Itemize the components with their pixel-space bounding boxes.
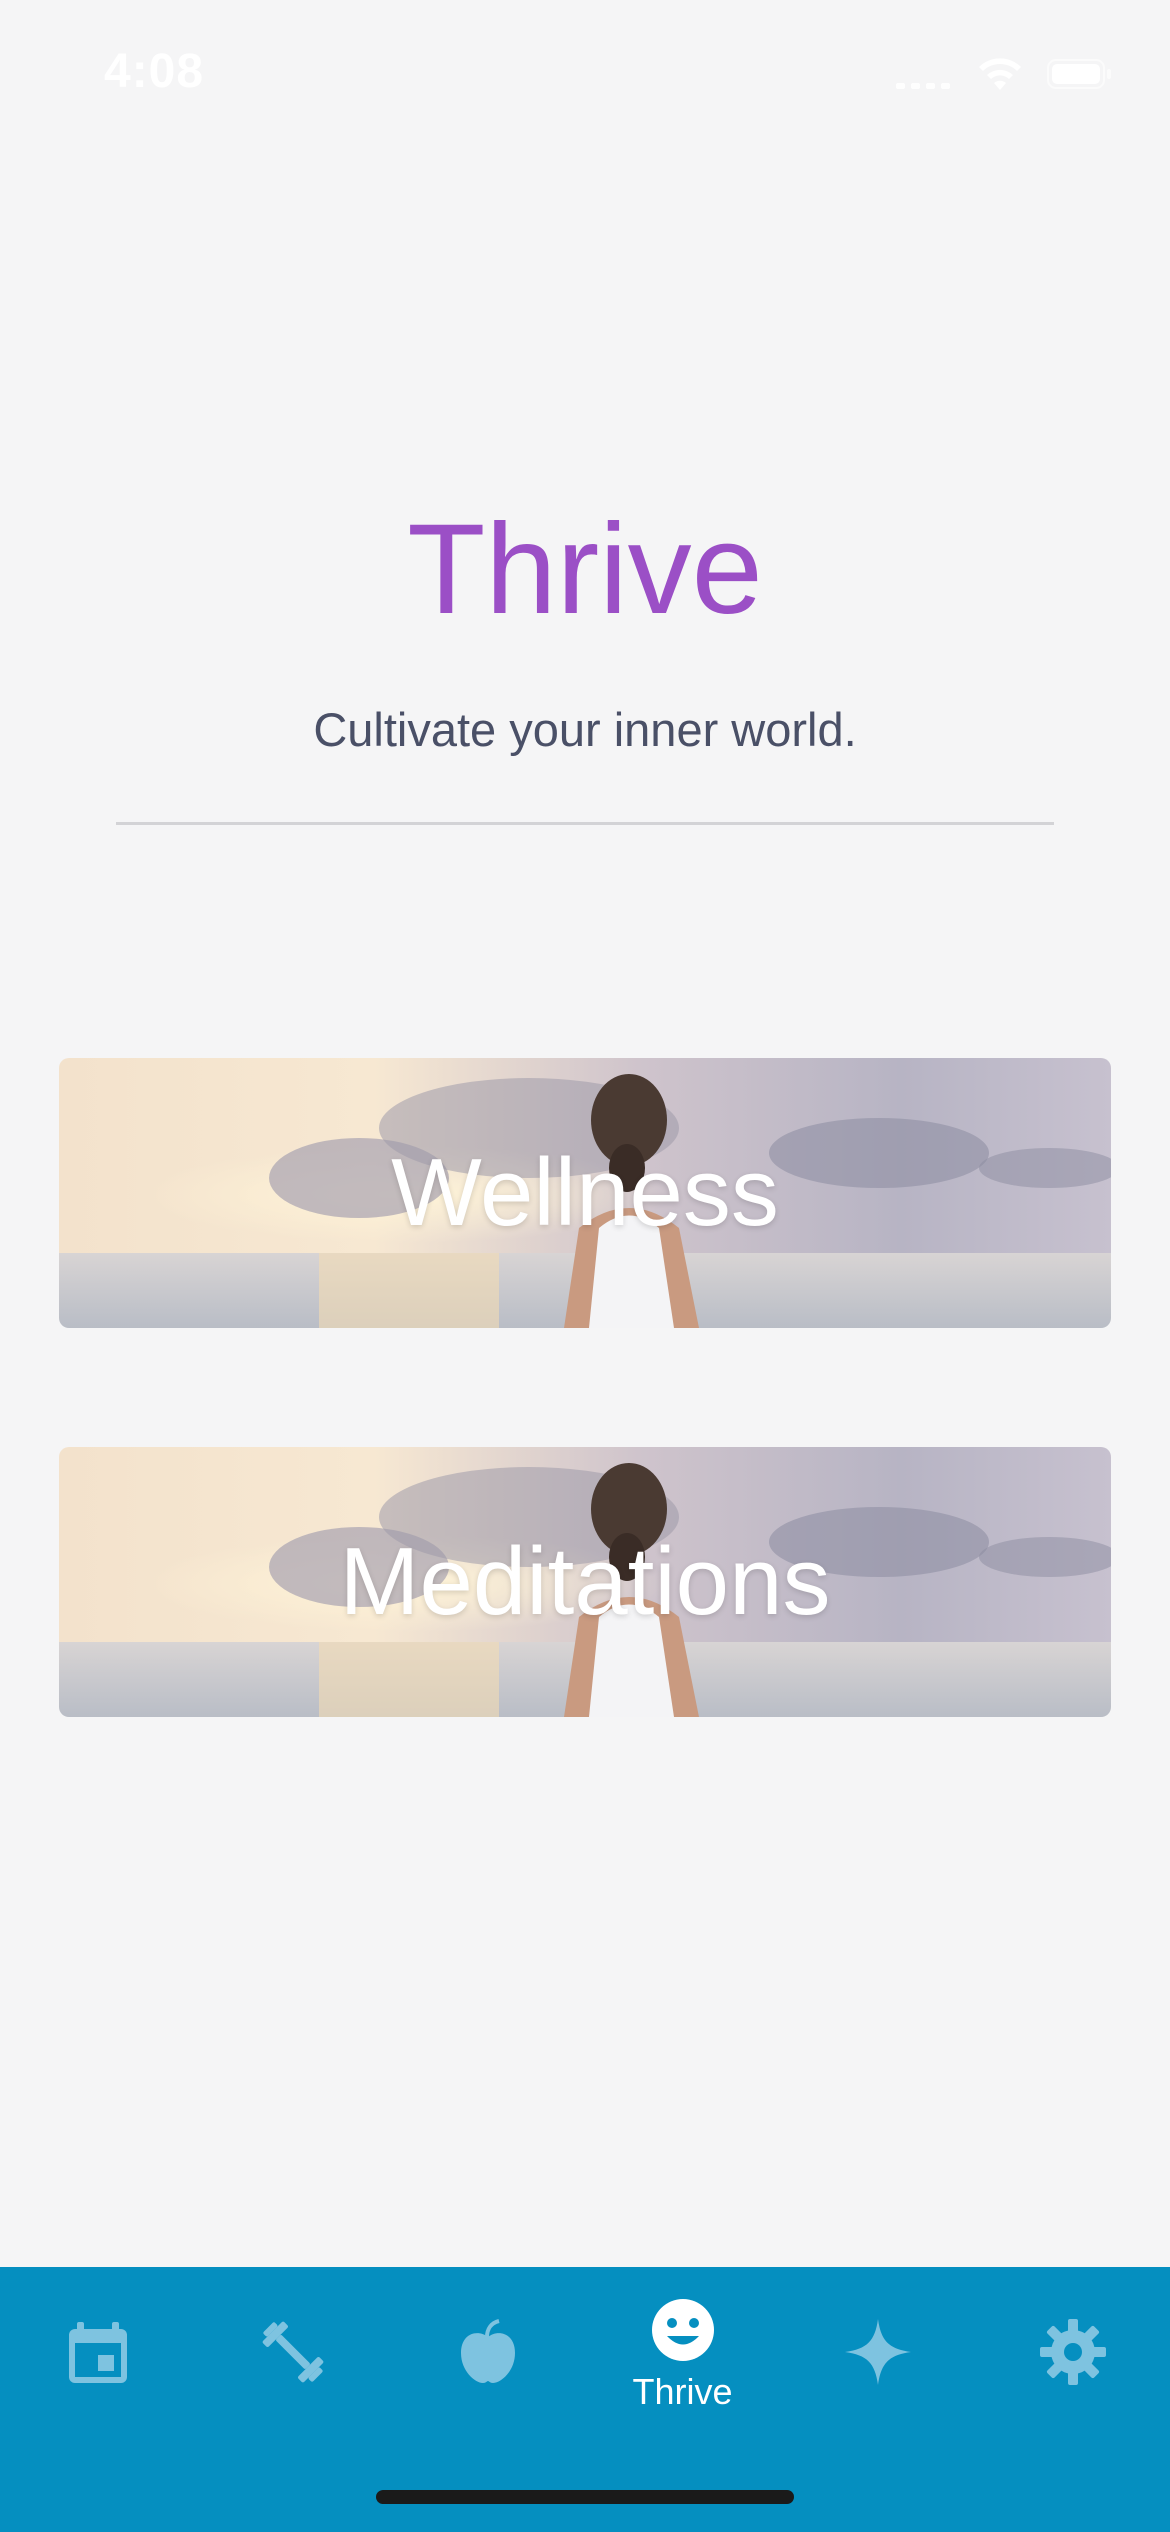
page-title: Thrive <box>407 498 763 641</box>
header-divider <box>116 822 1054 825</box>
tab-nutrition[interactable] <box>390 2267 585 2457</box>
apple-icon <box>460 2319 515 2383</box>
cellular-signal-icon <box>896 83 950 89</box>
calendar-icon <box>68 2322 127 2383</box>
tab-calendar[interactable] <box>0 2267 195 2457</box>
status-icons <box>894 56 1112 92</box>
wellness-card-label: Wellness <box>391 1139 779 1246</box>
tab-bar: Thrive <box>0 2267 1170 2532</box>
tab-settings[interactable] <box>975 2267 1170 2457</box>
home-indicator <box>376 2490 794 2504</box>
wellness-card[interactable]: Wellness <box>59 1058 1111 1328</box>
meditations-card[interactable]: Meditations <box>59 1447 1111 1717</box>
dumbbell-icon <box>262 2321 323 2383</box>
tab-sparkle[interactable] <box>780 2267 975 2457</box>
tab-thrive[interactable]: Thrive <box>585 2267 780 2457</box>
tab-workouts[interactable] <box>195 2267 390 2457</box>
sparkle-icon <box>844 2319 911 2385</box>
gear-icon <box>1039 2319 1106 2385</box>
battery-icon <box>1047 59 1111 89</box>
smiley-icon <box>651 2299 714 2361</box>
status-bar: 4:08 <box>0 0 1170 150</box>
tab-thrive-label: Thrive <box>632 2371 733 2412</box>
wifi-icon <box>979 58 1021 90</box>
page-subtitle: Cultivate your inner world. <box>313 703 857 756</box>
status-time: 4:08 <box>104 45 205 98</box>
meditations-card-label: Meditations <box>339 1528 831 1635</box>
